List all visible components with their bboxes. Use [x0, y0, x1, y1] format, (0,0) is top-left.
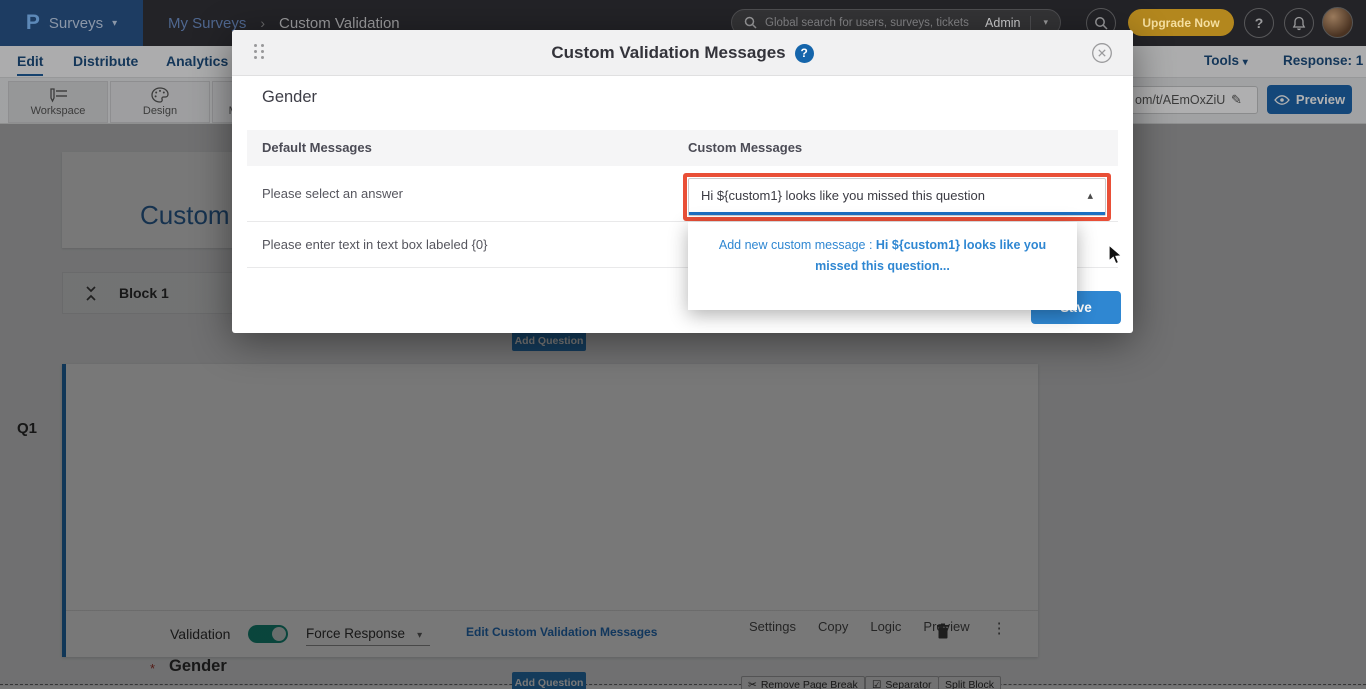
default-message-text: Please select an answer — [262, 166, 403, 222]
question-title[interactable]: Gender — [169, 657, 227, 676]
tools-menu[interactable]: Tools ▾ — [1204, 46, 1248, 76]
remove-page-break-button[interactable]: ✂Remove Page Break — [741, 676, 865, 689]
split-block-button[interactable]: Split Block — [938, 676, 1001, 689]
block-name: Block 1 — [119, 285, 169, 301]
modal-title-wrap: Custom Validation Messages ? — [232, 30, 1133, 76]
required-asterisk: * — [150, 661, 155, 676]
preview-label: Preview — [1296, 92, 1345, 107]
validation-toggle-on[interactable] — [248, 625, 288, 643]
notifications-bell-icon[interactable] — [1284, 8, 1314, 38]
tab-analytics[interactable]: Analytics — [166, 46, 228, 76]
separator-checkbox-button[interactable]: ☑Separator — [865, 676, 939, 689]
workspace-tool[interactable]: Workspace — [8, 81, 108, 123]
breadcrumb-current-survey: Custom Validation — [279, 15, 400, 32]
breadcrumb-my-surveys[interactable]: My Surveys — [168, 15, 246, 32]
breadcrumb-separator: › — [260, 15, 265, 31]
workspace-label: Workspace — [31, 105, 86, 117]
tab-distribute[interactable]: Distribute — [73, 46, 138, 76]
response-count: Response: 1 — [1283, 46, 1363, 76]
question-number: Q1 — [17, 420, 37, 437]
chevron-down-icon: ▾ — [112, 18, 117, 29]
checkbox-checked-icon: ☑ — [872, 679, 881, 689]
messages-table-header: Default Messages Custom Messages — [247, 130, 1118, 166]
default-message-text: Please enter text in text box labeled {0… — [262, 222, 488, 268]
custom-message-value: Hi ${custom1} looks like you missed this… — [701, 179, 985, 213]
custom-message-dropdown: Add new custom message : Hi ${custom1} l… — [688, 222, 1077, 310]
validation-row: Validation Force Response▾ Edit Custom V… — [66, 610, 1038, 657]
close-icon[interactable] — [1091, 42, 1113, 64]
edit-custom-validation-messages-link[interactable]: Edit Custom Validation Messages — [466, 625, 657, 639]
validation-label: Validation — [170, 626, 230, 642]
upgrade-now-button[interactable]: Upgrade Now — [1128, 9, 1234, 36]
collapse-block-icon[interactable] — [85, 285, 97, 302]
palette-icon — [151, 87, 169, 103]
validation-rule-dropdown[interactable]: Force Response▾ — [306, 626, 430, 646]
modal-question-name: Gender — [262, 88, 317, 107]
custom-validation-messages-modal: Custom Validation Messages ? Gender Defa… — [232, 30, 1133, 333]
share-url-input[interactable] — [1135, 93, 1231, 107]
add-question-button[interactable]: Add Question — [512, 330, 586, 351]
app-logo-surveys-menu[interactable]: P Surveys ▾ — [0, 0, 143, 46]
design-label: Design — [143, 105, 177, 117]
search-scope-caret-icon[interactable]: ▾ — [1031, 17, 1060, 28]
preview-button[interactable]: Preview — [1267, 85, 1352, 114]
chevron-down-icon: ▾ — [417, 630, 422, 641]
help-icon[interactable]: ? — [1244, 8, 1274, 38]
page-break-dashed-line — [0, 684, 1366, 685]
app-logo: P — [26, 11, 40, 35]
question-card[interactable]: Settings Copy Logic Preview ⋮ * Gender M… — [62, 364, 1038, 657]
edit-pencil-icon[interactable]: ✎ — [1231, 92, 1242, 108]
chevron-down-icon: ▾ — [1243, 57, 1248, 68]
user-avatar[interactable] — [1322, 7, 1353, 38]
tab-edit[interactable]: Edit — [17, 46, 43, 76]
search-icon — [744, 16, 757, 29]
focus-underline — [689, 212, 1105, 215]
modal-help-icon[interactable]: ? — [795, 44, 814, 63]
column-custom-messages: Custom Messages — [688, 130, 802, 166]
share-url-field[interactable]: ✎ — [1128, 86, 1258, 114]
modal-header: Custom Validation Messages ? — [232, 30, 1133, 76]
scissors-icon: ✂ — [748, 679, 757, 689]
delete-question-trash-icon[interactable] — [936, 623, 950, 639]
add-question-button[interactable]: Add Question — [512, 672, 586, 689]
toggle-knob — [272, 627, 286, 641]
global-search-input[interactable] — [765, 17, 975, 29]
product-name: Surveys — [49, 15, 103, 32]
eye-icon — [1274, 95, 1290, 105]
modal-title: Custom Validation Messages — [551, 43, 785, 63]
chevron-up-icon: ▴ — [1087, 189, 1093, 202]
add-new-custom-message-option[interactable]: Add new custom message : Hi ${custom1} l… — [714, 235, 1051, 277]
custom-message-select[interactable]: Hi ${custom1} looks like you missed this… — [688, 178, 1106, 216]
column-default-messages: Default Messages — [262, 130, 372, 166]
search-scope-admin[interactable]: Admin — [975, 16, 1031, 30]
workspace-icon — [47, 88, 69, 103]
design-tool[interactable]: Design — [110, 81, 210, 123]
